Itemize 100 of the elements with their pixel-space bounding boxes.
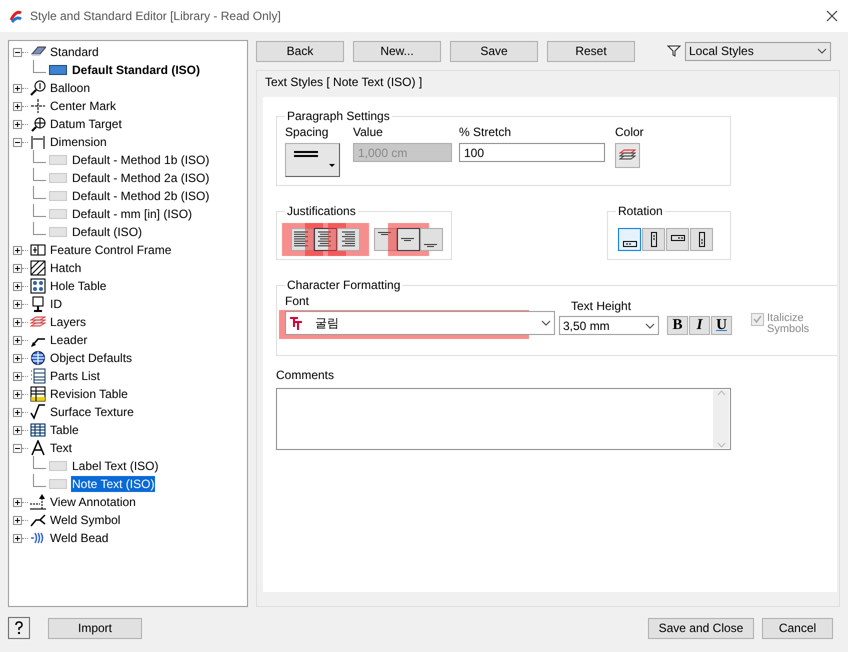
tree-item[interactable]: ID: [49, 296, 63, 312]
check-root-icon: [30, 404, 46, 420]
group-title: Paragraph Settings: [286, 109, 391, 123]
group-title: Justifications: [286, 204, 357, 218]
collapse-icon[interactable]: [13, 48, 22, 56]
filter-icon[interactable]: [667, 44, 681, 58]
grid-icon: [30, 422, 46, 438]
expand-icon[interactable]: [13, 246, 22, 254]
tree-item[interactable]: Feature Control Frame: [49, 242, 172, 258]
toolbar-button[interactable]: Back: [256, 40, 344, 62]
field-label: Comments: [276, 368, 336, 382]
align-lines-icon: [401, 238, 414, 241]
expand-icon[interactable]: [13, 120, 22, 128]
list-icon: [30, 368, 46, 384]
app-logo-icon: [8, 8, 24, 24]
expand-icon[interactable]: [13, 84, 22, 92]
tree-item[interactable]: Hatch: [49, 260, 82, 276]
checkbox-label: Italicize Symbols: [767, 313, 810, 335]
tree-item[interactable]: Default - mm [in] (ISO): [71, 206, 194, 222]
expand-icon[interactable]: [13, 102, 22, 110]
color-button[interactable]: [615, 143, 640, 168]
expand-icon[interactable]: [13, 318, 22, 326]
tree-item[interactable]: Object Defaults: [49, 350, 134, 366]
rotation-icon: [622, 241, 636, 247]
weld-bead-icon: [30, 530, 46, 546]
tree-item[interactable]: Layers: [49, 314, 88, 330]
justify-button[interactable]: [374, 228, 397, 251]
justify-button[interactable]: [314, 228, 337, 251]
tree-item[interactable]: Balloon: [49, 80, 92, 96]
comments-field[interactable]: [276, 388, 731, 450]
tree-item[interactable]: Standard: [49, 44, 100, 60]
expand-icon[interactable]: [13, 300, 22, 308]
toolbar-button[interactable]: New...: [353, 40, 441, 62]
expand-icon[interactable]: [13, 498, 22, 506]
collapse-icon[interactable]: [13, 444, 22, 452]
align-lines-icon: [424, 244, 437, 247]
expand-icon[interactable]: [13, 534, 22, 542]
italic-button[interactable]: I: [689, 316, 710, 335]
justify-button[interactable]: [420, 228, 443, 251]
justify-button[interactable]: [337, 228, 360, 251]
expand-icon[interactable]: [13, 282, 22, 290]
bold-button[interactable]: B: [667, 316, 688, 335]
text-height-dropdown[interactable]: 3,50 mm: [559, 316, 659, 335]
tree-item[interactable]: Leader: [49, 332, 88, 348]
expand-icon[interactable]: [13, 516, 22, 524]
toolbar-button[interactable]: Save: [450, 40, 538, 62]
hatch-icon: [30, 260, 46, 276]
tree-item[interactable]: Revision Table: [49, 386, 129, 402]
spacing-dropdown[interactable]: [285, 143, 340, 177]
expand-icon[interactable]: [13, 354, 22, 362]
tree-item[interactable]: Center Mark: [49, 98, 118, 114]
tree-item[interactable]: Parts List: [49, 368, 102, 384]
collapse-icon[interactable]: [13, 138, 22, 146]
expand-icon[interactable]: [13, 408, 22, 416]
tree-item[interactable]: Weld Symbol: [49, 512, 122, 528]
tree-item[interactable]: Text: [49, 440, 74, 456]
cancel-button[interactable]: Cancel: [762, 618, 833, 638]
expand-icon[interactable]: [13, 426, 22, 434]
tree-item[interactable]: Surface Texture: [49, 404, 135, 420]
field-label: % Stretch: [459, 125, 512, 139]
tree-item[interactable]: Datum Target: [49, 116, 123, 132]
stretch-field[interactable]: 100: [459, 143, 605, 162]
rotation-button[interactable]: [618, 228, 641, 251]
rotation-button[interactable]: [690, 228, 713, 251]
underline-button[interactable]: U: [711, 316, 732, 335]
dropdown-caret-icon: [817, 47, 827, 55]
font-icon: [289, 316, 303, 330]
expand-icon[interactable]: [13, 390, 22, 398]
id-icon: [30, 296, 46, 312]
tree-item[interactable]: Default - Method 2b (ISO): [71, 188, 210, 204]
expand-icon[interactable]: [13, 264, 22, 272]
tree-item[interactable]: Default (ISO): [71, 224, 144, 240]
close-icon[interactable]: [824, 8, 840, 24]
justify-button[interactable]: [291, 228, 314, 251]
tree-item[interactable]: Hole Table: [49, 278, 108, 294]
tree-item[interactable]: Dimension: [49, 134, 108, 150]
expand-icon[interactable]: [13, 372, 22, 380]
frame-icon: [30, 242, 46, 258]
help-button[interactable]: [8, 617, 30, 639]
toolbar-button[interactable]: Reset: [547, 40, 635, 62]
tree-item[interactable]: Default - Method 1b (ISO): [71, 152, 210, 168]
tree-item[interactable]: Weld Bead: [49, 530, 110, 546]
tree-item[interactable]: Default Standard (ISO): [71, 62, 202, 78]
rotation-button[interactable]: [642, 228, 665, 251]
save-and-close-button[interactable]: Save and Close: [648, 618, 754, 638]
font-dropdown[interactable]: 굴림: [285, 311, 555, 335]
justify-button[interactable]: [397, 228, 420, 251]
import-button[interactable]: Import: [48, 618, 142, 638]
tree-item[interactable]: View Annotation: [49, 494, 137, 510]
expand-icon[interactable]: [13, 336, 22, 344]
group-title: Rotation: [617, 204, 664, 218]
tree-item[interactable]: Table: [49, 422, 80, 438]
window-title: Style and Standard Editor [Library - Read Only]: [30, 9, 282, 23]
tree-item[interactable]: Label Text (ISO): [71, 458, 160, 474]
tree-item[interactable]: Note Text (ISO): [71, 476, 156, 492]
table-icon: [30, 386, 46, 402]
center-mark-icon: [30, 98, 46, 114]
style-filter-dropdown[interactable]: Local Styles: [685, 42, 831, 60]
rotation-button[interactable]: [666, 228, 689, 251]
tree-item[interactable]: Default - Method 2a (ISO): [71, 170, 210, 186]
